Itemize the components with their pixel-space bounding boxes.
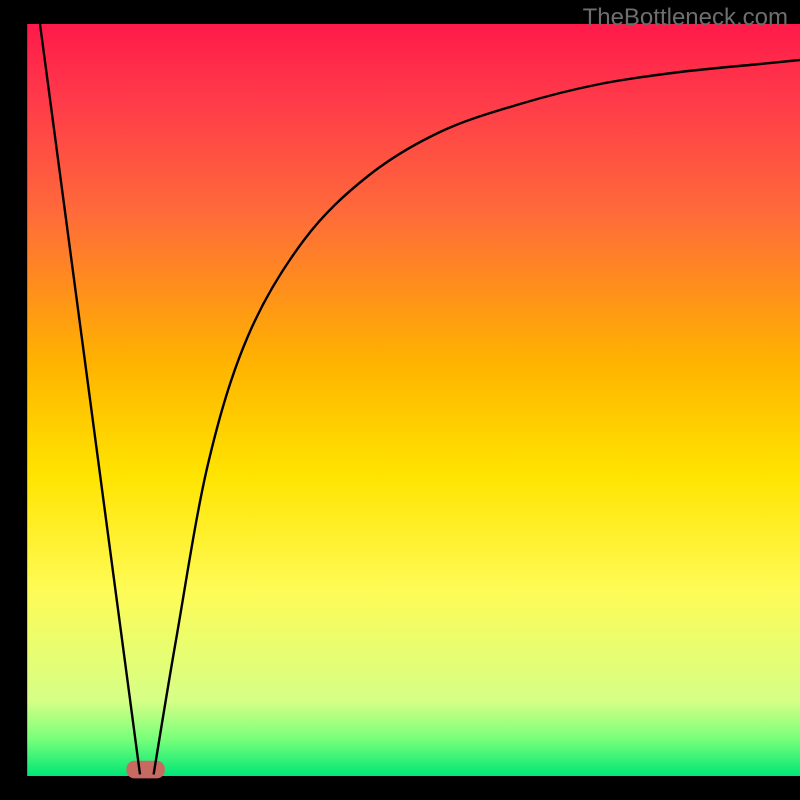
bottleneck-chart — [0, 0, 800, 800]
chart-container: TheBottleneck.com — [0, 0, 800, 800]
watermark-text: TheBottleneck.com — [583, 4, 788, 32]
plot-area — [27, 24, 800, 776]
optimal-marker — [126, 761, 164, 779]
